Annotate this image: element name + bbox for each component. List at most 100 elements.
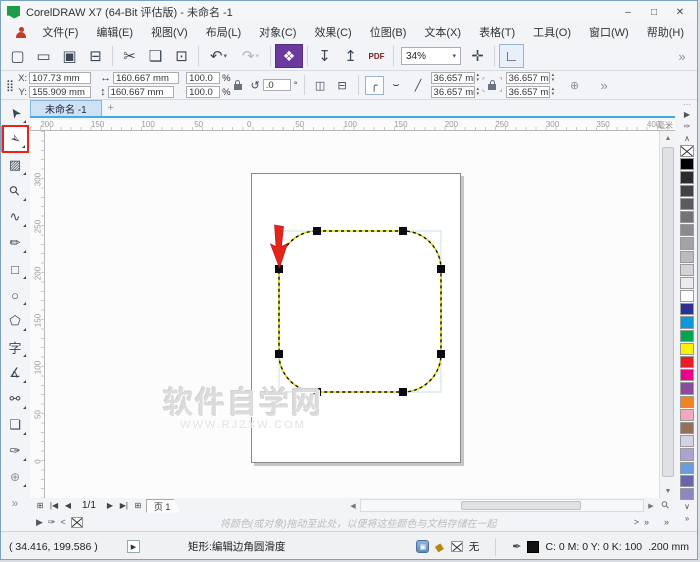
- account-sign-in-icon[interactable]: [15, 26, 27, 38]
- rectangle-tool[interactable]: □: [1, 256, 29, 282]
- outline-color-swatch[interactable]: [527, 540, 540, 553]
- connector-tool[interactable]: ⚯: [1, 386, 29, 412]
- show-rulers-button[interactable]: ∟: [499, 44, 524, 68]
- minimize-button[interactable]: –: [617, 4, 639, 20]
- color-swatch[interactable]: [680, 408, 694, 421]
- new-document-button[interactable]: ▢: [5, 44, 30, 68]
- edit-corners-together-lock-icon[interactable]: [488, 80, 497, 90]
- menu-bitmaps[interactable]: 位图(B): [361, 22, 416, 42]
- color-swatch[interactable]: [680, 158, 694, 171]
- menu-object[interactable]: 对象(C): [250, 22, 305, 42]
- color-swatch[interactable]: [680, 448, 694, 461]
- no-color-swatch[interactable]: [680, 145, 694, 158]
- redo-dropdown-icon[interactable]: ▾: [256, 52, 260, 60]
- previous-page-button[interactable]: ◀: [62, 500, 74, 512]
- toolbar-overflow-button[interactable]: »: [671, 49, 693, 64]
- horizontal-scrollbar[interactable]: ◀ ▶ ⚲: [346, 498, 674, 513]
- color-swatch[interactable]: [680, 435, 694, 448]
- color-swatch[interactable]: [680, 290, 694, 303]
- palette-scroll-up-icon[interactable]: ∧: [684, 132, 690, 144]
- menu-layout[interactable]: 布局(L): [197, 22, 250, 42]
- spinner-icon[interactable]: ▴ ▾: [552, 87, 555, 97]
- undo-dropdown-icon[interactable]: ▾: [224, 52, 228, 60]
- fill-none-swatch[interactable]: [450, 541, 463, 552]
- color-swatch[interactable]: [680, 316, 694, 329]
- text-tool[interactable]: 字: [1, 334, 29, 360]
- spinner-icon[interactable]: ▴ ▾: [552, 73, 555, 83]
- add-page-button[interactable]: ⊞: [34, 500, 46, 512]
- toolbox-overflow[interactable]: »: [1, 490, 29, 516]
- tray-more-icon[interactable]: »: [644, 517, 649, 527]
- mirror-vertical-button[interactable]: ⊟: [333, 76, 352, 95]
- horizontal-scroll-thumb[interactable]: [461, 501, 581, 510]
- zoom-tool[interactable]: ⚲: [1, 178, 29, 204]
- corner-radius-bl-field[interactable]: 36.657 mm: [430, 86, 475, 98]
- color-swatch[interactable]: [680, 276, 694, 290]
- artistic-media-tool[interactable]: ✏: [1, 230, 29, 256]
- palette-overflow-icon[interactable]: »: [664, 517, 669, 527]
- color-swatch[interactable]: [680, 369, 694, 382]
- palette-scroll-down-icon[interactable]: ∨: [684, 500, 690, 512]
- color-swatch[interactable]: [680, 210, 694, 224]
- first-page-button[interactable]: |◀: [48, 500, 60, 512]
- menu-tools[interactable]: 工具(O): [524, 22, 580, 42]
- color-swatch[interactable]: [680, 461, 694, 474]
- add-page-button[interactable]: ⊞: [132, 500, 144, 512]
- color-swatch[interactable]: [680, 395, 694, 408]
- publish-pdf-button[interactable]: PDF: [364, 44, 389, 68]
- color-swatch[interactable]: [680, 303, 694, 316]
- rotation-angle-field[interactable]: .0: [262, 79, 291, 91]
- palette-more-icon[interactable]: »: [685, 512, 689, 524]
- color-swatch[interactable]: [680, 224, 694, 237]
- zoom-level-select[interactable]: 34% ▾: [401, 47, 461, 65]
- eyedropper-tool[interactable]: ✑: [1, 438, 29, 464]
- vertical-scroll-thumb[interactable]: [662, 147, 674, 477]
- tray-no-color-swatch[interactable]: [70, 516, 83, 528]
- menu-help[interactable]: 帮助(H): [638, 22, 693, 42]
- freehand-tool[interactable]: ∿: [1, 204, 29, 230]
- vertical-scrollbar[interactable]: ▲ ▼: [659, 131, 675, 498]
- status-expand-button[interactable]: ▶: [127, 540, 140, 553]
- mirror-horizontal-button[interactable]: ◫: [311, 76, 330, 95]
- palette-drag-handle[interactable]: ⋯: [683, 100, 691, 109]
- chamfered-corner-button[interactable]: ╱: [409, 76, 428, 95]
- color-swatch[interactable]: [680, 171, 694, 184]
- palette-flyout-icon[interactable]: ▶: [684, 108, 690, 120]
- color-swatch[interactable]: [680, 329, 694, 342]
- menu-effects[interactable]: 效果(C): [305, 22, 360, 42]
- spinner-icon[interactable]: ▴ ▾: [477, 87, 480, 97]
- pick-tool[interactable]: ➤: [1, 100, 29, 126]
- crop-tool[interactable]: ▨: [1, 152, 29, 178]
- new-tab-button[interactable]: +: [102, 100, 120, 116]
- vertical-ruler[interactable]: 300 250 200 150 100 50 0: [30, 131, 45, 498]
- import-button[interactable]: ↧: [312, 44, 337, 68]
- color-swatch[interactable]: [680, 184, 694, 197]
- menu-window[interactable]: 窗口(W): [580, 22, 638, 42]
- scalloped-corner-button[interactable]: ⌣: [387, 76, 406, 95]
- save-button[interactable]: ▣: [57, 44, 82, 68]
- round-corner-button[interactable]: ╭: [364, 75, 384, 95]
- outline-pen-icon[interactable]: ✒: [512, 540, 521, 553]
- y-position-field[interactable]: 155.909 mm: [29, 86, 92, 98]
- horizontal-ruler[interactable]: 毫米 200 150 100 50 0 50 100 150 200 250 300 350 400: [30, 120, 675, 131]
- scale-lock-icon[interactable]: [233, 80, 242, 90]
- drop-shadow-tool[interactable]: ❏: [1, 412, 29, 438]
- shape-tool[interactable]: ➢: [1, 125, 29, 153]
- menu-edit[interactable]: 编辑(E): [87, 22, 142, 42]
- menu-view[interactable]: 视图(V): [142, 22, 197, 42]
- corner-radius-tl-field[interactable]: 36.657 mm: [430, 72, 475, 84]
- palette-eyedropper-icon[interactable]: ✑: [684, 120, 691, 132]
- last-page-button[interactable]: ▶|: [118, 500, 130, 512]
- close-button[interactable]: ✕: [669, 4, 691, 20]
- export-button[interactable]: ↥: [338, 44, 363, 68]
- propbar-overflow-button[interactable]: »: [593, 78, 615, 93]
- tray-scroll-left[interactable]: <: [60, 517, 65, 527]
- color-swatch[interactable]: [680, 342, 694, 355]
- maximize-button[interactable]: □: [643, 4, 665, 20]
- ellipse-tool[interactable]: ○: [1, 282, 29, 308]
- spinner-icon[interactable]: ▴ ▾: [477, 73, 480, 83]
- tray-eyedropper-icon[interactable]: ✑: [48, 517, 56, 528]
- open-button[interactable]: ▭: [31, 44, 56, 68]
- next-page-button[interactable]: ▶: [104, 500, 116, 512]
- color-swatch[interactable]: [680, 487, 694, 501]
